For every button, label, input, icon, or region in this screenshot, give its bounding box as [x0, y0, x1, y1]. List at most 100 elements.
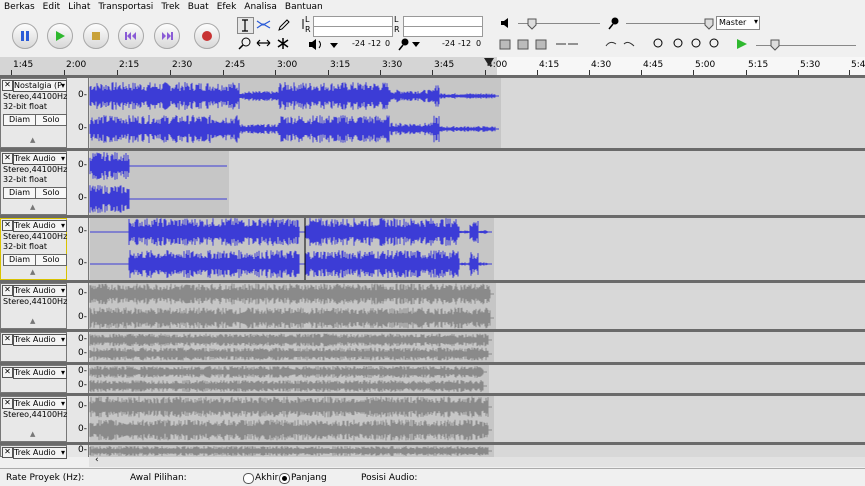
track-control-panel[interactable]: ✕ Trek Audio ▾ Stereo,44100Hz 32-bit float Di… — [0, 151, 67, 215]
close-track-icon[interactable]: ✕ — [2, 80, 13, 91]
track-control-panel[interactable]: ✕ Trek Audio ▾ — [0, 365, 67, 393]
zoom-in-button[interactable] — [650, 37, 666, 53]
waveform[interactable] — [89, 78, 865, 148]
length-radio[interactable] — [279, 473, 290, 484]
pause-button[interactable] — [12, 23, 38, 49]
collapse-triangle-icon[interactable]: ▲ — [30, 136, 35, 144]
track-name-menu[interactable]: Trek Audio ▾ — [13, 153, 67, 165]
close-track-icon[interactable]: ✕ — [2, 367, 13, 378]
ruler-tick-label: 4:45 — [643, 60, 664, 70]
play-at-speed-icon[interactable] — [735, 37, 749, 51]
zero-line-label: 0- — [78, 193, 87, 203]
track-control-panel[interactable]: ✕ Trek Audio ▾ Stereo,44100Hz ▲ — [0, 283, 67, 329]
menu-edit[interactable]: Edit — [39, 0, 64, 12]
rec-scale-24: -24 — [442, 39, 456, 48]
close-track-icon[interactable]: ✕ — [2, 285, 13, 296]
selection-tool[interactable] — [237, 17, 254, 34]
solo-button[interactable]: Solo — [35, 254, 67, 266]
slider-thumb-icon[interactable] — [527, 18, 537, 30]
track-rate: Stereo,44100Hz — [3, 232, 68, 241]
collapse-triangle-icon[interactable]: ▲ — [30, 268, 35, 276]
zero-line-label: 0- — [78, 123, 87, 133]
input-slider-thumb-icon[interactable] — [704, 18, 714, 30]
track-name-menu[interactable]: Trek Audio ▾ — [13, 285, 67, 297]
mute-button[interactable]: Diam — [3, 114, 36, 126]
silence-button[interactable] — [552, 37, 568, 53]
close-track-icon[interactable]: ✕ — [2, 220, 13, 231]
collapse-triangle-icon[interactable]: ▲ — [30, 317, 35, 325]
timeshift-tool[interactable] — [256, 36, 273, 53]
ibeam-icon — [242, 19, 248, 32]
end-radio[interactable] — [243, 473, 254, 484]
track-name-menu[interactable]: Nostalgia (P ▾ — [13, 80, 67, 92]
menu-buat[interactable]: Buat — [184, 0, 213, 12]
draw-tool[interactable] — [276, 17, 293, 34]
menu-bar: Berkas Edit Lihat Transportasi Trek Buat Efek A… — [0, 0, 865, 15]
waveform[interactable] — [89, 283, 865, 329]
trim-button[interactable] — [496, 37, 512, 53]
menu-berkas[interactable]: Berkas — [0, 0, 39, 12]
record-meter-right[interactable] — [313, 26, 393, 37]
skip-start-button[interactable] — [118, 23, 144, 49]
solo-button[interactable]: Solo — [35, 187, 67, 199]
input-volume-slider[interactable] — [626, 23, 708, 24]
zoom-tool[interactable] — [237, 36, 254, 53]
menu-trek[interactable]: Trek — [157, 0, 183, 12]
solo-button[interactable]: Solo — [35, 114, 67, 126]
waveform[interactable] — [89, 332, 865, 362]
ruler-tick-label: 4:15 — [539, 60, 560, 70]
waveform[interactable] — [89, 151, 865, 215]
skip-end-button[interactable] — [154, 23, 180, 49]
menu-bantuan[interactable]: Bantuan — [281, 0, 327, 12]
input-source-select[interactable]: Master ▾ — [716, 16, 760, 30]
menu-lihat[interactable]: Lihat — [64, 0, 94, 12]
record-button[interactable] — [194, 23, 220, 49]
mute-button[interactable]: Diam — [3, 254, 36, 266]
track-name-menu[interactable]: Trek Audio ▾ — [13, 398, 67, 410]
track-name-menu[interactable]: Trek Audio ▾ — [13, 367, 67, 379]
scroll-left-icon[interactable]: ‹ — [95, 455, 99, 465]
track-control-panel[interactable]: ✕ Trek Audio ▾ — [0, 445, 67, 459]
fit-selection-button[interactable] — [688, 37, 704, 53]
track-control-panel[interactable]: ✕ Trek Audio ▾ Stereo,44100Hz 32-bit float Di… — [0, 218, 67, 280]
track-control-panel[interactable]: ✕ Trek Audio ▾ — [0, 332, 67, 362]
waveform[interactable] — [89, 365, 865, 393]
menu-analisa[interactable]: Analisa — [240, 0, 281, 12]
mute-button[interactable]: Diam — [3, 187, 36, 199]
track-name-menu[interactable]: Trek Audio ▾ — [13, 334, 67, 346]
vertical-scale[interactable] — [67, 78, 89, 148]
close-track-icon[interactable]: ✕ — [2, 334, 13, 345]
track-control-panel[interactable]: ✕ Nostalgia (P ▾ Stereo,44100Hz 32-bit float… — [0, 78, 67, 148]
chevron-down-icon: ▾ — [60, 399, 65, 408]
fit-project-button[interactable] — [706, 37, 722, 53]
track-name-menu[interactable]: Trek Audio ▾ — [13, 220, 67, 232]
waveform[interactable] — [89, 445, 865, 457]
envelope-tool[interactable] — [256, 17, 273, 34]
horizontal-scrollbar[interactable]: ‹ — [89, 455, 865, 467]
collapse-triangle-icon[interactable]: ▲ — [30, 203, 35, 211]
zoom-out-button[interactable] — [670, 37, 686, 53]
play-meter-right[interactable] — [403, 26, 483, 37]
speed-slider-thumb-icon[interactable] — [770, 39, 780, 51]
close-track-icon[interactable]: ✕ — [2, 153, 13, 164]
close-track-icon[interactable]: ✕ — [2, 447, 13, 458]
undo-button[interactable] — [604, 37, 620, 53]
multi-tool[interactable] — [276, 36, 293, 53]
ruler-tick-label: 1:45 — [13, 60, 34, 70]
track-name: Trek Audio — [14, 221, 56, 230]
zero-line-label: 0- — [78, 445, 87, 455]
waveform[interactable] — [89, 218, 865, 280]
collapse-triangle-icon[interactable]: ▲ — [30, 430, 35, 438]
copy-button[interactable] — [514, 37, 530, 53]
menu-efek[interactable]: Efek — [213, 0, 241, 12]
track-control-panel[interactable]: ✕ Trek Audio ▾ Stereo,44100Hz ▲ — [0, 396, 67, 442]
waveform[interactable] — [89, 396, 865, 442]
menu-transportasi[interactable]: Transportasi — [94, 0, 157, 12]
redo-button[interactable] — [622, 37, 638, 53]
play-button[interactable] — [47, 23, 73, 49]
meter-scale-0: 0 — [385, 39, 391, 48]
track-name-menu[interactable]: Trek Audio ▾ — [13, 447, 67, 459]
stop-button[interactable] — [83, 23, 109, 49]
close-track-icon[interactable]: ✕ — [2, 398, 13, 409]
paste-button[interactable] — [532, 37, 548, 53]
